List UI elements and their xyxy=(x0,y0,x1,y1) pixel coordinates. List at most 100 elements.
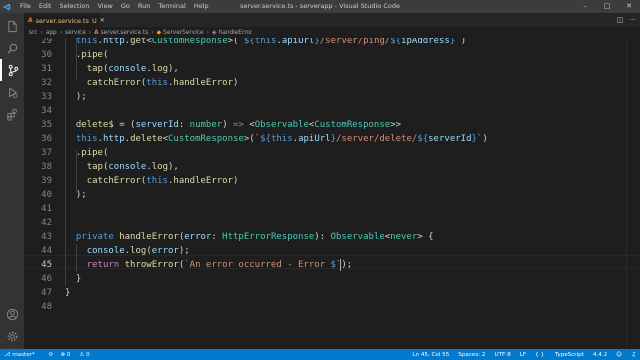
chevron-right-icon: › xyxy=(59,29,63,36)
angular-file-icon: A xyxy=(94,29,99,36)
code-line: .pipe( xyxy=(65,148,109,158)
activity-bar xyxy=(0,13,24,349)
notifications-bell-icon[interactable]: ♫ xyxy=(631,352,636,358)
line-number: 46 xyxy=(41,274,52,284)
code-line: this.http.get<CustomResponse>(`${this.ap… xyxy=(75,38,467,46)
tab-label: server.service.ts xyxy=(35,16,89,25)
run-debug-icon[interactable] xyxy=(0,81,24,103)
warning-count: 0 xyxy=(86,351,90,358)
code-line: catchError(this.handleError) xyxy=(86,78,239,88)
line-number: 36 xyxy=(41,134,52,144)
extensions-icon[interactable] xyxy=(0,103,24,125)
breadcrumb-item[interactable]: server.service.ts xyxy=(101,30,149,36)
breadcrumb-item[interactable]: ServerService xyxy=(163,30,203,36)
line-number: 39 xyxy=(41,176,52,186)
line-number: 38 xyxy=(41,162,52,172)
code-line: tap(console.log), xyxy=(86,64,179,74)
code-line: ); xyxy=(65,190,87,200)
code-line-current: return throwError(`An error occurred - E… xyxy=(86,260,353,270)
code-line: } xyxy=(65,274,82,284)
error-count: 0 xyxy=(66,351,71,358)
breadcrumb-item[interactable]: app xyxy=(46,30,57,36)
menu-edit[interactable]: Edit xyxy=(35,0,56,13)
menu-selection[interactable]: Selection xyxy=(55,0,93,13)
window-controls: – □ ✕ xyxy=(574,0,640,13)
breadcrumb-item[interactable]: src xyxy=(29,30,37,36)
code-editor[interactable]: 29 30 31 32 33 34 35 36 37 38 39 40 41 4… xyxy=(24,38,640,349)
code-line: this.http.delete<CustomResponse>(`${this… xyxy=(75,134,488,144)
menu-view[interactable]: View xyxy=(93,0,116,13)
chevron-right-icon: › xyxy=(88,29,92,36)
menu-run[interactable]: Run xyxy=(134,0,154,13)
feedback-icon[interactable]: ☺ xyxy=(616,352,622,358)
code-line: console.log(error); xyxy=(86,246,190,256)
breadcrumb-item[interactable]: service xyxy=(65,30,86,36)
more-actions-icon[interactable]: ··· xyxy=(629,16,636,24)
chevron-right-icon: › xyxy=(40,29,43,36)
code-line: .pipe( xyxy=(65,50,109,60)
source-control-icon[interactable] xyxy=(0,59,24,81)
line-number: 31 xyxy=(41,64,52,74)
code-line: ); xyxy=(65,92,87,102)
untracked-marker: U xyxy=(92,16,97,25)
end-of-line[interactable]: LF xyxy=(520,352,526,358)
breadcrumb: src › app › service › A server.service.t… xyxy=(24,27,640,38)
chevron-right-icon: › xyxy=(151,29,154,36)
cursor-position[interactable]: Ln 45, Col 55 xyxy=(412,352,449,358)
minimize-button[interactable]: – xyxy=(574,0,596,13)
line-number: 48 xyxy=(41,302,52,312)
line-number: 41 xyxy=(41,204,52,214)
status-bar: ⎇ master* ⟳ ⊗ 0 ⚠ 0 Ln 45, Col 55 Spaces… xyxy=(0,349,640,360)
close-window-button[interactable]: ✕ xyxy=(618,0,640,13)
line-number: 47 xyxy=(41,288,52,298)
line-number: 44 xyxy=(41,246,52,256)
menu-file[interactable]: File xyxy=(16,0,35,13)
vertical-scrollbar[interactable] xyxy=(626,38,640,349)
text-cursor xyxy=(340,259,341,271)
tab-server-service[interactable]: A server.service.ts U ✕ xyxy=(24,13,105,27)
encoding[interactable]: UTF-8 xyxy=(494,352,510,358)
breadcrumb-item[interactable]: handleError xyxy=(219,30,253,36)
explorer-icon[interactable] xyxy=(0,15,24,37)
code-line: delete$ = (serverId: number) => <Observa… xyxy=(75,120,402,130)
chevron-right-icon: › xyxy=(206,29,209,36)
line-number: 33 xyxy=(41,92,52,102)
search-icon[interactable] xyxy=(0,37,24,59)
method-symbol-icon: ◈ xyxy=(211,29,217,36)
angular-file-icon: A xyxy=(28,17,33,24)
line-number: 30 xyxy=(41,50,52,60)
line-number-gutter: 29 30 31 32 33 34 35 36 37 38 39 40 41 4… xyxy=(24,38,58,349)
code-area[interactable]: this.http.get<CustomResponse>(`${this.ap… xyxy=(65,38,625,349)
menu-go[interactable]: Go xyxy=(117,0,134,13)
manage-gear-icon[interactable] xyxy=(0,325,24,347)
branch-indicator[interactable]: ⎇ master* xyxy=(4,352,42,358)
close-tab-icon[interactable]: ✕ xyxy=(100,17,105,24)
indentation[interactable]: Spaces: 2 xyxy=(458,352,485,358)
maximize-button[interactable]: □ xyxy=(596,0,618,13)
split-editor-icon[interactable]: ◫ xyxy=(617,16,624,24)
editor-tab-bar: A server.service.ts U ✕ ◫ ··· xyxy=(24,13,640,27)
editor-actions: ◫ ··· xyxy=(611,13,636,27)
line-number: 32 xyxy=(41,78,52,88)
language-mode[interactable]: { } TypeScript xyxy=(535,352,584,358)
menu-help[interactable]: Help xyxy=(190,0,213,13)
line-number: 29 xyxy=(41,38,52,46)
menu-terminal[interactable]: Terminal xyxy=(154,0,189,13)
language-name: TypeScript xyxy=(554,351,584,358)
class-symbol-icon: ◆ xyxy=(156,29,162,36)
menu-bar: File Edit Selection View Go Run Terminal… xyxy=(16,0,213,13)
code-line: private handleError(error: HttpErrorResp… xyxy=(75,232,434,242)
branch-name: master* xyxy=(12,351,35,358)
line-number: 37 xyxy=(41,148,52,158)
typescript-version[interactable]: 4.4.2 xyxy=(593,352,607,358)
sync-icon[interactable]: ⟳ xyxy=(49,352,54,358)
line-number: 34 xyxy=(41,106,52,116)
line-number: 40 xyxy=(41,190,52,200)
code-line: catchError(this.handleError) xyxy=(86,176,239,186)
problems-indicator[interactable]: ⊗ 0 ⚠ 0 xyxy=(60,352,96,358)
account-icon[interactable] xyxy=(0,303,24,325)
line-number: 35 xyxy=(41,120,52,130)
line-number: 42 xyxy=(41,218,52,228)
code-line: } xyxy=(65,288,71,298)
code-line: tap(console.log), xyxy=(86,162,179,172)
